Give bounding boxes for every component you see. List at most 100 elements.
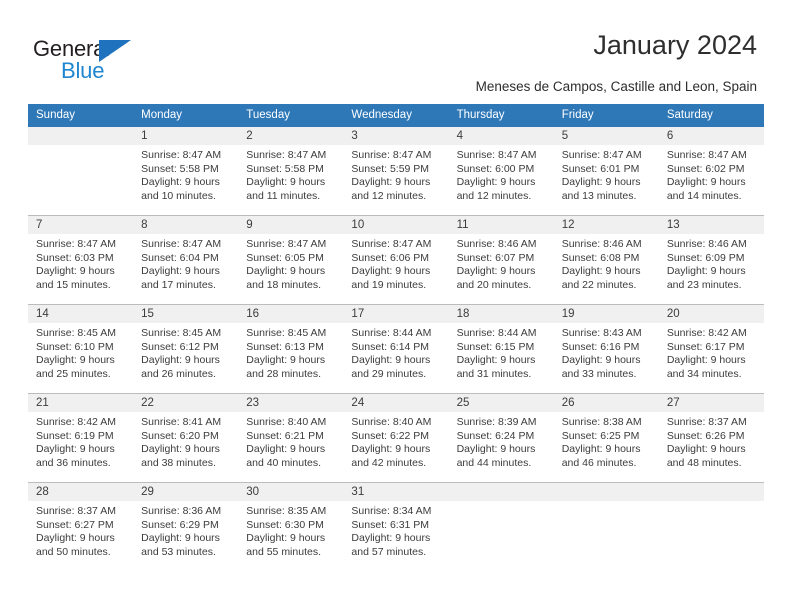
calendar-day-cell[interactable]: 9 Sunrise: 8:47 AM Sunset: 6:05 PM Daylight…: [238, 215, 344, 305]
calendar-day-cell[interactable]: 21 Sunrise: 8:42 AM Sunset: 6:19 PM Dayligh…: [28, 393, 134, 483]
sunrise-text: Sunrise: 8:47 AM: [36, 238, 116, 250]
day-info: Sunrise: 8:36 AM Sunset: 6:29 PM Daylight:…: [133, 501, 238, 559]
calendar-day-cell[interactable]: 11 Sunrise: 8:46 AM Sunset: 6:07 PM Dayligh…: [448, 215, 554, 305]
daylight-text-line2: and 15 minutes.: [36, 278, 111, 291]
calendar-day-cell[interactable]: 10 Sunrise: 8:47 AM Sunset: 6:06 PM Dayligh…: [343, 215, 449, 305]
day-cell-inner: 16 Sunrise: 8:45 AM Sunset: 6:13 PM Dayligh…: [238, 305, 344, 393]
calendar-day-cell[interactable]: 6 Sunrise: 8:47 AM Sunset: 6:02 PM Daylight…: [658, 127, 764, 216]
generalblue-logo[interactable]: General Blue: [33, 36, 163, 84]
day-number: 29: [133, 483, 239, 501]
day-cell-inner: 9 Sunrise: 8:47 AM Sunset: 6:05 PM Daylight…: [238, 216, 344, 304]
sunrise-text: Sunrise: 8:44 AM: [351, 327, 432, 339]
day-cell-inner: 25 Sunrise: 8:39 AM Sunset: 6:24 PM Dayligh…: [448, 394, 554, 482]
calendar-day-cell[interactable]: 5 Sunrise: 8:47 AM Sunset: 6:01 PM Daylight…: [553, 127, 659, 216]
calendar-day-cell[interactable]: 19 Sunrise: 8:43 AM Sunset: 6:16 PM Dayligh…: [553, 304, 659, 394]
sunset-text: Sunset: 6:01 PM: [561, 162, 640, 175]
day-info: Sunrise: 8:34 AM Sunset: 6:31 PM Daylight:…: [343, 501, 448, 559]
daylight-text-line2: and 10 minutes.: [141, 189, 216, 202]
sunrise-text: Sunrise: 8:38 AM: [561, 416, 642, 428]
day-number: [28, 127, 134, 145]
calendar-day-cell[interactable]: 23 Sunrise: 8:40 AM Sunset: 6:21 PM Dayligh…: [238, 393, 344, 483]
calendar-day-cell[interactable]: 22 Sunrise: 8:41 AM Sunset: 6:20 PM Dayligh…: [133, 393, 239, 483]
weekday-header-tuesday: Tuesday: [238, 104, 344, 127]
sunrise-text: Sunrise: 8:45 AM: [141, 327, 222, 339]
sunset-text: Sunset: 6:31 PM: [351, 518, 430, 531]
calendar-day-cell[interactable]: 2 Sunrise: 8:47 AM Sunset: 5:58 PM Daylight…: [238, 127, 344, 216]
daylight-text-line2: and 40 minutes.: [246, 456, 321, 469]
daylight-text-line1: Daylight: 9 hours: [351, 443, 431, 456]
sunset-text: Sunset: 6:04 PM: [141, 251, 219, 264]
month-calendar: Sunday Monday Tuesday Wednesday Thursday Frid…: [28, 104, 764, 571]
day-cell-inner: 30 Sunrise: 8:35 AM Sunset: 6:30 PM Dayligh…: [238, 483, 344, 571]
weekday-header-sunday: Sunday: [28, 104, 134, 127]
calendar-day-cell[interactable]: 30 Sunrise: 8:35 AM Sunset: 6:30 PM Dayligh…: [238, 482, 344, 571]
sunset-text: Sunset: 6:19 PM: [36, 429, 114, 442]
calendar-empty-cell: [553, 482, 659, 571]
daylight-text-line2: and 26 minutes.: [141, 367, 216, 380]
calendar-day-cell[interactable]: 7 Sunrise: 8:47 AM Sunset: 6:03 PM Daylight…: [28, 215, 134, 305]
calendar-day-cell[interactable]: 20 Sunrise: 8:42 AM Sunset: 6:17 PM Dayligh…: [658, 304, 764, 394]
day-number: 7: [28, 216, 134, 234]
sunrise-text: Sunrise: 8:45 AM: [246, 327, 327, 339]
weekday-header-wednesday: Wednesday: [343, 104, 449, 127]
day-cell-inner: [448, 483, 554, 571]
day-number: [658, 483, 764, 501]
calendar-day-cell[interactable]: 29 Sunrise: 8:36 AM Sunset: 6:29 PM Dayligh…: [133, 482, 239, 571]
calendar-day-cell[interactable]: 8 Sunrise: 8:47 AM Sunset: 6:04 PM Daylight…: [133, 215, 239, 305]
calendar-day-cell[interactable]: 28 Sunrise: 8:37 AM Sunset: 6:27 PM Dayligh…: [28, 482, 134, 571]
calendar-day-cell[interactable]: 15 Sunrise: 8:45 AM Sunset: 6:12 PM Dayligh…: [133, 304, 239, 394]
sunset-text: Sunset: 6:20 PM: [141, 429, 219, 442]
calendar-header-row: Sunday Monday Tuesday Wednesday Thursday Frid…: [28, 104, 764, 127]
day-info: Sunrise: 8:47 AM Sunset: 6:04 PM Daylight:…: [133, 234, 238, 292]
calendar-day-cell[interactable]: 26 Sunrise: 8:38 AM Sunset: 6:25 PM Dayligh…: [553, 393, 659, 483]
daylight-text-line1: Daylight: 9 hours: [456, 354, 536, 367]
sunrise-text: Sunrise: 8:42 AM: [666, 327, 747, 339]
calendar-day-cell[interactable]: 16 Sunrise: 8:45 AM Sunset: 6:13 PM Dayligh…: [238, 304, 344, 394]
daylight-text-line1: Daylight: 9 hours: [141, 532, 220, 545]
page-header: General Blue January 2024 Meneses de Cam…: [0, 0, 792, 104]
daylight-text-line1: Daylight: 9 hours: [141, 265, 220, 278]
calendar-day-cell[interactable]: 14 Sunrise: 8:45 AM Sunset: 6:10 PM Dayligh…: [28, 304, 134, 394]
sunset-text: Sunset: 6:24 PM: [456, 429, 535, 442]
calendar-day-cell[interactable]: 1 Sunrise: 8:47 AM Sunset: 5:58 PM Daylight…: [133, 127, 239, 216]
sunrise-text: Sunrise: 8:45 AM: [36, 327, 116, 339]
calendar-day-cell[interactable]: 17 Sunrise: 8:44 AM Sunset: 6:14 PM Dayligh…: [343, 304, 449, 394]
calendar-day-cell[interactable]: 4 Sunrise: 8:47 AM Sunset: 6:00 PM Daylight…: [448, 127, 554, 216]
day-cell-inner: 24 Sunrise: 8:40 AM Sunset: 6:22 PM Dayligh…: [343, 394, 449, 482]
daylight-text-line2: and 19 minutes.: [351, 278, 427, 291]
calendar-page: General Blue January 2024 Meneses de Cam…: [0, 0, 792, 612]
sunset-text: Sunset: 5:58 PM: [246, 162, 324, 175]
daylight-text-line2: and 57 minutes.: [351, 545, 427, 558]
calendar-day-cell[interactable]: 18 Sunrise: 8:44 AM Sunset: 6:15 PM Dayligh…: [448, 304, 554, 394]
day-info: Sunrise: 8:47 AM Sunset: 5:58 PM Daylight:…: [133, 145, 238, 203]
day-number: [448, 483, 554, 501]
day-number: 10: [343, 216, 449, 234]
daylight-text-line2: and 50 minutes.: [36, 545, 111, 558]
sunrise-text: Sunrise: 8:34 AM: [351, 505, 432, 517]
daylight-text-line1: Daylight: 9 hours: [246, 265, 326, 278]
calendar-day-cell[interactable]: 25 Sunrise: 8:39 AM Sunset: 6:24 PM Dayligh…: [448, 393, 554, 483]
sunset-text: Sunset: 6:09 PM: [666, 251, 745, 264]
calendar-week-row: 14 Sunrise: 8:45 AM Sunset: 6:10 PM Dayligh…: [28, 304, 764, 394]
day-info: Sunrise: 8:47 AM Sunset: 6:06 PM Daylight:…: [343, 234, 448, 292]
calendar-day-cell[interactable]: 27 Sunrise: 8:37 AM Sunset: 6:26 PM Dayligh…: [658, 393, 764, 483]
day-cell-inner: 8 Sunrise: 8:47 AM Sunset: 6:04 PM Daylight…: [133, 216, 239, 304]
day-number: 27: [658, 394, 764, 412]
daylight-text-line1: Daylight: 9 hours: [246, 354, 326, 367]
day-info: Sunrise: 8:45 AM Sunset: 6:12 PM Daylight:…: [133, 323, 238, 381]
calendar-day-cell[interactable]: 24 Sunrise: 8:40 AM Sunset: 6:22 PM Dayligh…: [343, 393, 449, 483]
calendar-day-cell[interactable]: 13 Sunrise: 8:46 AM Sunset: 6:09 PM Dayligh…: [658, 215, 764, 305]
calendar-day-cell[interactable]: 31 Sunrise: 8:34 AM Sunset: 6:31 PM Dayligh…: [343, 482, 449, 571]
sunrise-text: Sunrise: 8:36 AM: [141, 505, 222, 517]
logo-text-blue: Blue: [61, 58, 105, 83]
calendar-day-cell[interactable]: 3 Sunrise: 8:47 AM Sunset: 5:59 PM Daylight…: [343, 127, 449, 216]
day-info: Sunrise: 8:46 AM Sunset: 6:07 PM Daylight:…: [449, 234, 554, 292]
daylight-text-line1: Daylight: 9 hours: [351, 176, 431, 189]
day-cell-inner: 31 Sunrise: 8:34 AM Sunset: 6:31 PM Dayligh…: [343, 483, 449, 571]
calendar-day-cell[interactable]: 12 Sunrise: 8:46 AM Sunset: 6:08 PM Dayligh…: [553, 215, 659, 305]
sunrise-text: Sunrise: 8:43 AM: [561, 327, 642, 339]
weekday-header-friday: Friday: [553, 104, 659, 127]
daylight-text-line1: Daylight: 9 hours: [36, 265, 115, 278]
day-cell-inner: 28 Sunrise: 8:37 AM Sunset: 6:27 PM Dayligh…: [28, 483, 134, 571]
day-cell-inner: 14 Sunrise: 8:45 AM Sunset: 6:10 PM Dayligh…: [28, 305, 134, 393]
